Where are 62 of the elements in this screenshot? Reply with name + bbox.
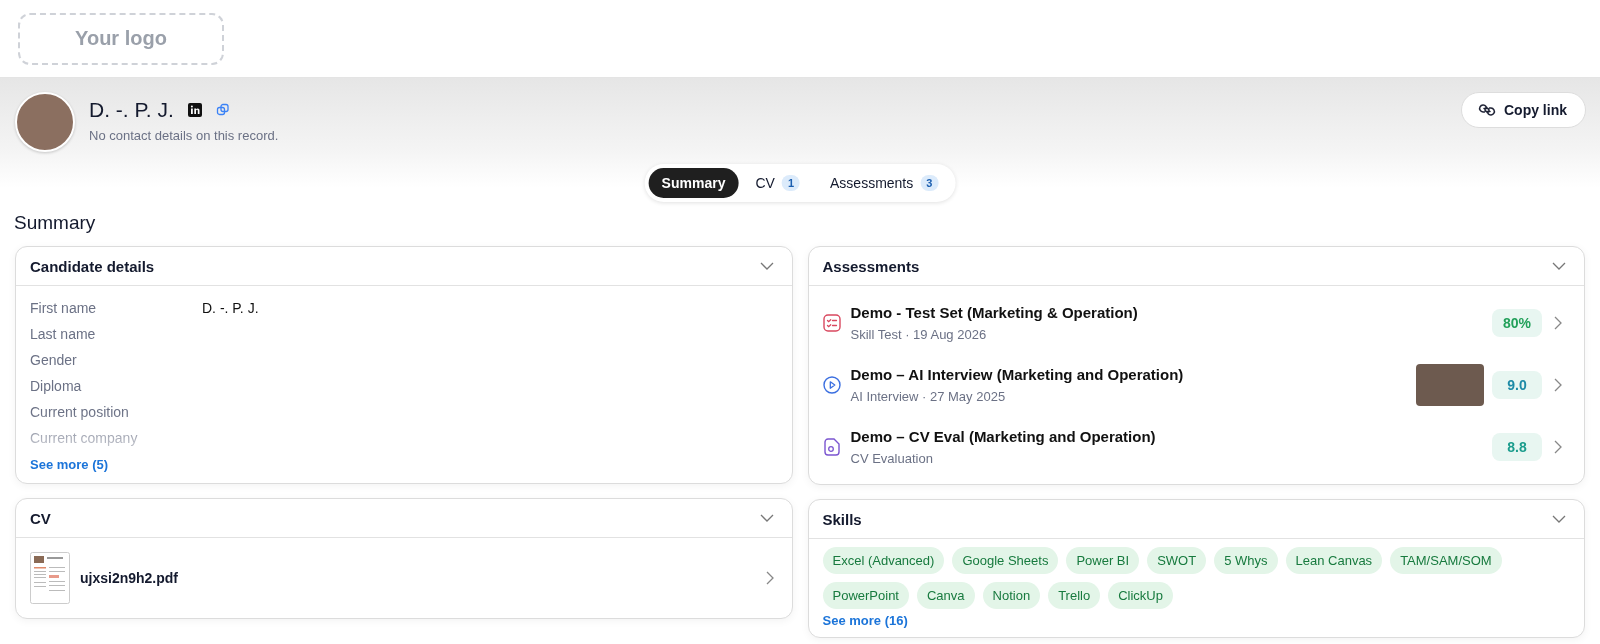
- skill-tag: ClickUp: [1108, 582, 1173, 609]
- score-badge: 80%: [1492, 309, 1542, 337]
- chevron-icon[interactable]: [759, 514, 774, 522]
- chevron-icon[interactable]: [1552, 262, 1566, 270]
- chevron-icon[interactable]: [759, 262, 774, 270]
- assessment-meta: CV Evaluation: [850, 451, 934, 466]
- contact-note: No contact details on this record.: [89, 128, 279, 143]
- skill-tag: Power BI: [1066, 547, 1140, 574]
- card-title: Candidate details: [30, 257, 155, 275]
- assessment-meta: Skill Test · 19 Aug 2026: [850, 327, 988, 342]
- skill-tag: Excel (Advanced): [822, 547, 945, 574]
- field-label: Current company: [30, 430, 139, 446]
- link-icon: [1478, 101, 1496, 119]
- assessment-title[interactable]: Demo - Test Set (Marketing & Operation): [850, 304, 1138, 321]
- chevron-right-icon[interactable]: [1554, 378, 1562, 392]
- checklist-icon: [822, 314, 841, 332]
- skill-tag: Trello: [1048, 582, 1101, 609]
- document-thumbnail-icon: [30, 552, 70, 604]
- skill-tag: Lean Canvas: [1285, 547, 1383, 574]
- field-label: Gender: [30, 352, 78, 368]
- card-title: Assessments: [822, 257, 920, 275]
- count-badge: 1: [781, 175, 800, 191]
- score-badge: 9.0: [1492, 371, 1542, 399]
- tab[interactable]: Assessments 3: [817, 168, 952, 198]
- section-heading: Summary: [14, 212, 97, 234]
- assessment-title[interactable]: Demo – AI Interview (Marketing and Operation): [850, 366, 1184, 383]
- chevron-right-icon[interactable]: [1554, 316, 1562, 330]
- tab[interactable]: Summary: [648, 168, 739, 198]
- skill-tag: Notion: [982, 582, 1041, 609]
- count-badge: 3: [920, 175, 939, 191]
- skill-tag: Google Sheets: [952, 547, 1059, 574]
- card-title: Skills: [822, 510, 862, 528]
- skill-tag: TAM/SAM/SOM: [1390, 547, 1502, 574]
- tab[interactable]: CV 1: [742, 168, 813, 198]
- logo-text: Your logo: [75, 27, 167, 50]
- assessment-meta: AI Interview · 27 May 2025: [850, 389, 1007, 404]
- field-label: First name: [30, 300, 98, 316]
- field-label: Current position: [30, 404, 130, 420]
- field-label: Last name: [30, 326, 97, 342]
- video-thumbnail-placeholder[interactable]: [1416, 364, 1484, 406]
- chevron-right-icon[interactable]: [765, 571, 774, 585]
- chevron-right-icon[interactable]: [1554, 440, 1562, 454]
- skill-tag: PowerPoint: [822, 582, 909, 609]
- file-name[interactable]: ujxsi2n9h2.pdf: [80, 570, 179, 586]
- chevron-icon[interactable]: [1552, 515, 1566, 523]
- play-icon: [822, 376, 841, 394]
- see-more-link[interactable]: See more (16): [822, 613, 908, 628]
- field-label: Diploma: [30, 378, 83, 394]
- skill-tag: SWOT: [1147, 547, 1207, 574]
- field-value: D. -. P. J.: [202, 300, 259, 316]
- copy-link-button[interactable]: Copy link: [1461, 92, 1586, 128]
- copy-icon[interactable]: [215, 103, 230, 117]
- skill-tag: Canva: [917, 582, 975, 609]
- linkedin-icon[interactable]: [187, 103, 202, 117]
- see-more-link[interactable]: See more (5): [30, 457, 109, 472]
- avatar: [15, 92, 75, 152]
- candidate-name: D. -. P. J.: [89, 98, 174, 122]
- card-title: CV: [30, 509, 51, 527]
- score-badge: 8.8: [1492, 433, 1542, 461]
- assessment-title[interactable]: Demo – CV Eval (Marketing and Operation): [850, 428, 1156, 445]
- document-icon: [822, 438, 841, 456]
- skill-tag: 5 Whys: [1214, 547, 1278, 574]
